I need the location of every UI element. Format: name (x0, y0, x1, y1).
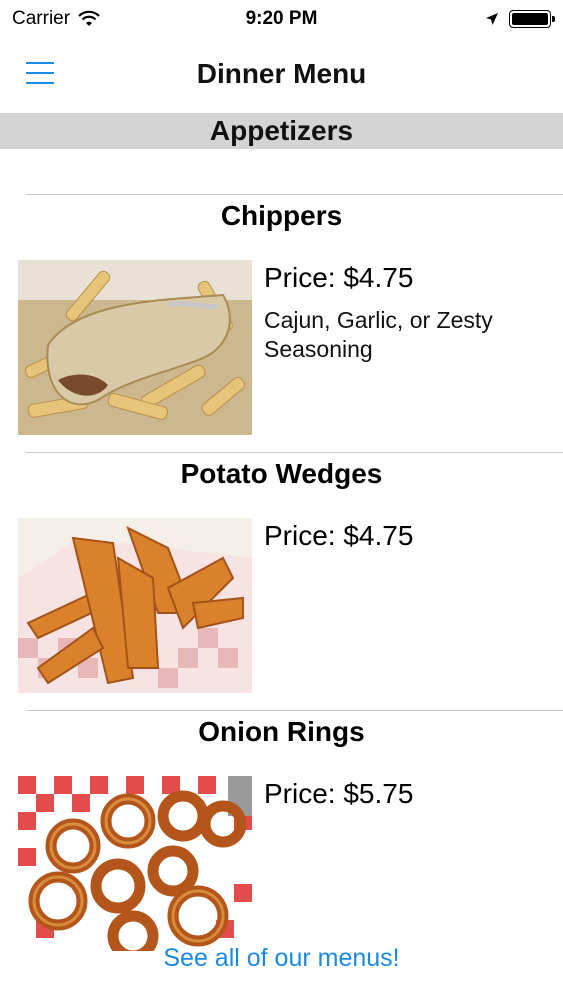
menu-item-onion-rings[interactable]: Onion Rings Price: $5.75 (0, 710, 563, 968)
status-right (485, 10, 555, 28)
section-header-appetizers: Appetizers (0, 113, 563, 149)
battery-level (512, 13, 548, 25)
location-arrow-icon (486, 13, 498, 25)
divider (26, 452, 563, 453)
item-price: Price: $5.75 (264, 778, 414, 809)
item-name: Potato Wedges (180, 458, 383, 489)
onion-rings-photo (18, 776, 252, 951)
item-price: Price: $4.75 (264, 520, 414, 551)
status-bar: Carrier 9:20 PM (0, 0, 563, 40)
item-description: Cajun, Garlic, or Zesty Seasoning (264, 307, 493, 362)
chippers-photo (18, 260, 252, 435)
battery-tip (552, 16, 555, 22)
divider (26, 710, 563, 711)
divider (26, 194, 563, 195)
menu-item-chippers[interactable]: Chippers Price: $4.75 Cajun, Garlic, or … (0, 194, 563, 452)
see-all-menus-link[interactable]: See all of our menus! (0, 944, 563, 973)
battery-icon (509, 10, 555, 28)
menu-list: Chippers Price: $4.75 Cajun, Garlic, or … (0, 194, 563, 968)
nav-bar: Dinner Menu (0, 40, 563, 112)
item-price: Price: $4.75 (264, 262, 414, 293)
potato-wedges-photo (18, 518, 252, 693)
nav-title: Dinner Menu (196, 58, 367, 89)
item-name: Chippers (220, 200, 343, 231)
item-name: Onion Rings (198, 716, 365, 747)
menu-item-potato-wedges[interactable]: Potato Wedges Price: $4.75 (0, 452, 563, 710)
status-time: 9:20 PM (245, 8, 318, 29)
